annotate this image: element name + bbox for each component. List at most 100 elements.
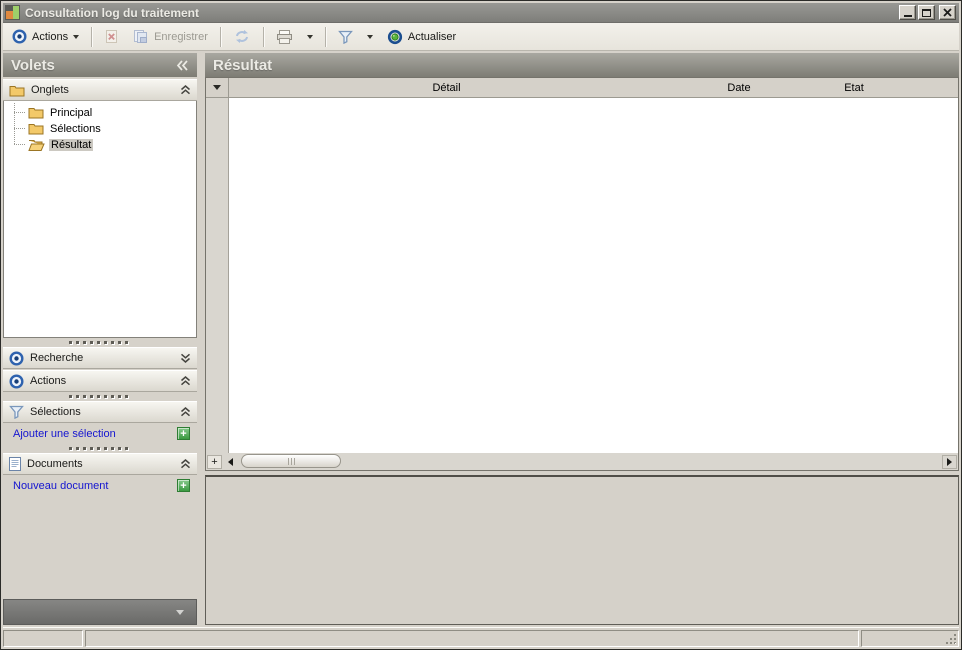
chevron-double-up-icon — [181, 407, 190, 417]
scroll-left-button[interactable] — [223, 454, 238, 469]
app-icon — [5, 5, 20, 20]
column-header-date[interactable]: Date — [664, 78, 814, 97]
refresh-button-label: Actualiser — [407, 30, 457, 43]
row-selector-column — [206, 98, 229, 453]
document-icon — [9, 457, 21, 471]
save-icon — [134, 30, 148, 43]
tree-item-label: Résultat — [49, 138, 94, 151]
print-button[interactable] — [271, 27, 298, 47]
add-selection-link[interactable]: Ajouter une sélection — [13, 428, 116, 440]
toolbar-separator — [219, 26, 221, 47]
minimize-button[interactable] — [899, 5, 916, 20]
grid-empty-area — [229, 98, 958, 453]
tree-item-principal[interactable]: Principal — [4, 105, 196, 120]
chevron-double-up-icon — [181, 459, 190, 469]
title-bar: Consultation log du traitement — [3, 3, 959, 23]
onglets-tree: Principal Sélections Résultat — [3, 101, 197, 338]
close-button[interactable] — [939, 5, 956, 20]
filter-button[interactable] — [333, 27, 358, 47]
status-bar — [3, 627, 959, 647]
chevron-down-icon — [306, 34, 313, 39]
column-chooser-button[interactable] — [206, 78, 229, 97]
arrow-left-icon — [228, 457, 233, 466]
sidebar-bottom-bar[interactable] — [3, 599, 197, 625]
documents-link-row: Nouveau document + — [3, 475, 197, 496]
grid-body — [206, 98, 958, 453]
toolbar-separator — [262, 26, 264, 47]
chevron-double-down-icon — [181, 353, 190, 363]
section-header-onglets[interactable]: Onglets — [3, 79, 197, 101]
target-icon — [9, 350, 24, 366]
tree-item-label: Principal — [50, 106, 93, 119]
folder-icon — [9, 85, 25, 96]
status-cell-left — [3, 630, 83, 647]
funnel-icon — [9, 405, 24, 419]
sidebar-title: Volets — [11, 56, 55, 74]
folder-icon — [28, 124, 44, 135]
refresh-button[interactable]: Actualiser — [382, 26, 461, 48]
section-label-selections: Sélections — [30, 406, 81, 418]
selections-link-row: Ajouter une sélection + — [3, 423, 197, 444]
green-plus-icon[interactable]: + — [177, 479, 190, 492]
section-header-actions[interactable]: Actions — [3, 370, 197, 392]
grip-dots-icon — [69, 446, 131, 450]
maximize-icon — [922, 8, 931, 17]
horizontal-scrollbar[interactable] — [239, 454, 941, 469]
close-icon — [943, 8, 952, 17]
result-grid: Détail Date Etat + — [205, 77, 959, 471]
grip-dots-icon — [69, 394, 131, 398]
chevron-down-icon — [213, 85, 221, 90]
actions-menu-button[interactable]: Actions — [7, 26, 84, 47]
grid-header-row: Détail Date Etat — [206, 78, 958, 98]
section-label-onglets: Onglets — [31, 84, 69, 96]
collapse-pane-button[interactable] — [176, 59, 189, 71]
scrollbar-thumb[interactable] — [241, 454, 341, 468]
funnel-icon — [338, 30, 353, 44]
splitter-grip[interactable] — [3, 444, 197, 452]
add-row-button[interactable]: + — [207, 454, 222, 469]
maximize-button[interactable] — [918, 5, 935, 20]
tree-item-selections[interactable]: Sélections — [4, 121, 196, 136]
grip-dots-icon — [69, 340, 131, 344]
section-label-actions: Actions — [30, 375, 67, 387]
column-header-etat[interactable]: Etat — [814, 78, 894, 97]
folder-icon — [28, 108, 44, 119]
chevron-down-icon — [366, 34, 373, 39]
sidebar-panes: Volets Onglets Principal Sélections Résu… — [3, 53, 197, 625]
toolbar-separator — [324, 26, 326, 47]
resize-grip-icon[interactable] — [945, 633, 957, 645]
tree-item-resultat[interactable]: Résultat — [4, 137, 196, 152]
section-header-recherche[interactable]: Recherche — [3, 347, 197, 369]
chevron-double-up-icon — [181, 85, 190, 95]
minimize-icon — [903, 15, 912, 17]
column-header-detail[interactable]: Détail — [229, 78, 664, 97]
scroll-right-button[interactable] — [942, 454, 957, 469]
toolbar-separator — [91, 26, 93, 47]
main-panel: Résultat Détail Date Etat + — [205, 53, 959, 625]
sidebar-filler — [3, 496, 197, 599]
splitter-grip[interactable] — [3, 338, 197, 346]
result-header: Résultat — [205, 53, 959, 77]
section-label-recherche: Recherche — [30, 352, 84, 364]
sync-arrows-icon — [235, 30, 248, 43]
section-header-documents[interactable]: Documents — [3, 453, 197, 475]
result-title: Résultat — [213, 56, 273, 74]
chevron-double-up-icon — [181, 376, 190, 386]
red-x-document-icon — [106, 30, 118, 43]
section-header-selections[interactable]: Sélections — [3, 401, 197, 423]
splitter-grip[interactable] — [3, 392, 197, 400]
chevron-down-icon — [73, 34, 80, 39]
tree-item-label: Sélections — [50, 122, 101, 135]
new-document-link[interactable]: Nouveau document — [13, 480, 108, 492]
arrow-right-icon — [947, 457, 952, 466]
delete-button — [99, 26, 124, 47]
print-options-dropdown[interactable] — [302, 32, 318, 42]
detail-panel — [205, 475, 959, 625]
filter-options-dropdown[interactable] — [362, 32, 378, 42]
app-window: Consultation log du traitement Actions E… — [0, 0, 962, 650]
column-header-filler — [894, 78, 958, 97]
green-plus-icon[interactable]: + — [177, 427, 190, 440]
target-icon — [9, 373, 24, 389]
content-area: Volets Onglets Principal Sélections Résu… — [3, 53, 959, 625]
section-label-documents: Documents — [27, 458, 83, 470]
